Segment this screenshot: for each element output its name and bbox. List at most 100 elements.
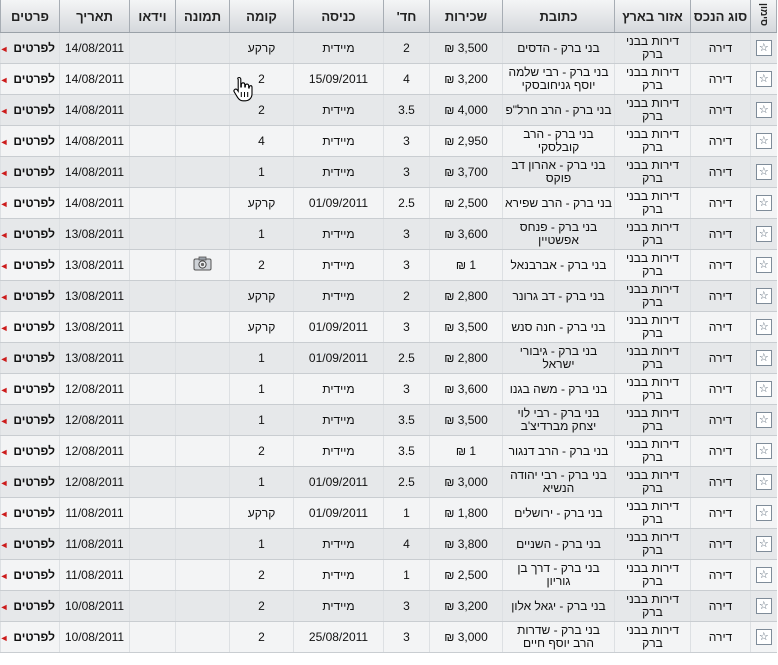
mark-cell[interactable]: ☆ [750, 559, 777, 591]
star-icon[interactable]: ☆ [755, 71, 772, 87]
mark-cell[interactable]: ☆ [750, 125, 777, 157]
table-row[interactable]: ☆ דירה דירות בבני ברק בני ברק - השניים 3… [0, 528, 777, 560]
details-cell[interactable]: לפרטים ◄ [0, 280, 60, 312]
details-cell[interactable]: לפרטים ◄ [0, 590, 60, 622]
star-icon[interactable]: ☆ [755, 536, 772, 552]
table-row[interactable]: ☆ דירה דירות בבני ברק בני ברק - חנה סנש … [0, 311, 777, 343]
table-row[interactable]: ☆ דירה דירות בבני ברק בני ברק - הרב שפיר… [0, 187, 777, 219]
star-icon[interactable]: ☆ [755, 567, 772, 583]
table-row[interactable]: ☆ דירה דירות בבני ברק בני ברק - רבי יהוד… [0, 466, 777, 498]
details-cell[interactable]: לפרטים ◄ [0, 32, 60, 64]
table-row[interactable]: ☆ דירה דירות בבני ברק בני ברק - אברבנאל … [0, 249, 777, 281]
details-cell[interactable]: לפרטים ◄ [0, 559, 60, 591]
table-row[interactable]: ☆ דירה דירות בבני ברק בני ברק - אהרון דב… [0, 156, 777, 188]
details-cell[interactable]: לפרטים ◄ [0, 497, 60, 529]
mark-cell[interactable]: ☆ [750, 218, 777, 250]
table-row[interactable]: ☆ דירה דירות בבני ברק בני ברק - ירושלים … [0, 497, 777, 529]
star-icon[interactable]: ☆ [755, 226, 772, 242]
table-row[interactable]: ☆ דירה דירות בבני ברק בני ברק - הרב חרל"… [0, 94, 777, 126]
star-icon[interactable]: ☆ [755, 319, 772, 335]
mark-cell[interactable]: ☆ [750, 311, 777, 343]
column-header-video[interactable]: וידאו [129, 0, 176, 33]
table-row[interactable]: ☆ דירה דירות בבני ברק בני ברק - הרב קובל… [0, 125, 777, 157]
details-cell[interactable]: לפרטים ◄ [0, 187, 60, 219]
details-link[interactable]: לפרטים [13, 72, 55, 86]
details-link[interactable]: לפרטים [13, 165, 55, 179]
column-header-picture[interactable]: תמונה [175, 0, 230, 33]
table-row[interactable]: ☆ דירה דירות בבני ברק בני ברק - הרב דנגו… [0, 435, 777, 467]
details-link[interactable]: לפרטים [13, 413, 55, 427]
camera-icon[interactable] [193, 256, 212, 271]
star-icon[interactable]: ☆ [755, 474, 772, 490]
star-icon[interactable]: ☆ [755, 133, 772, 149]
details-link[interactable]: לפרטים [13, 227, 55, 241]
mark-cell[interactable]: ☆ [750, 621, 777, 653]
details-link[interactable]: לפרטים [13, 134, 55, 148]
details-link[interactable]: לפרטים [13, 41, 55, 55]
details-link[interactable]: לפרטים [13, 103, 55, 117]
star-icon[interactable]: ☆ [755, 381, 772, 397]
details-link[interactable]: לפרטים [13, 537, 55, 551]
mark-cell[interactable]: ☆ [750, 342, 777, 374]
mark-cell[interactable]: ☆ [750, 32, 777, 64]
star-icon[interactable]: ☆ [755, 598, 772, 614]
details-cell[interactable]: לפרטים ◄ [0, 311, 60, 343]
star-icon[interactable]: ☆ [755, 350, 772, 366]
details-link[interactable]: לפרטים [13, 444, 55, 458]
mark-cell[interactable]: ☆ [750, 528, 777, 560]
star-icon[interactable]: ☆ [755, 288, 772, 304]
details-link[interactable]: לפרטים [13, 196, 55, 210]
table-row[interactable]: ☆ דירה דירות בבני ברק בני ברק - יגאל אלו… [0, 590, 777, 622]
details-link[interactable]: לפרטים [13, 320, 55, 334]
table-row[interactable]: ☆ דירה דירות בבני ברק בני ברק - שדרות הר… [0, 621, 777, 653]
mark-cell[interactable]: ☆ [750, 156, 777, 188]
details-cell[interactable]: לפרטים ◄ [0, 466, 60, 498]
mark-cell[interactable]: ☆ [750, 373, 777, 405]
details-cell[interactable]: לפרטים ◄ [0, 435, 60, 467]
mark-cell[interactable]: ☆ [750, 404, 777, 436]
details-link[interactable]: לפרטים [13, 506, 55, 520]
details-cell[interactable]: לפרטים ◄ [0, 156, 60, 188]
column-header-rent[interactable]: שכירות [429, 0, 503, 33]
details-link[interactable]: לפרטים [13, 630, 55, 644]
details-link[interactable]: לפרטים [13, 258, 55, 272]
details-cell[interactable]: לפרטים ◄ [0, 528, 60, 560]
column-header-entry[interactable]: כניסה [293, 0, 384, 33]
details-link[interactable]: לפרטים [13, 351, 55, 365]
column-header-address[interactable]: כתובת [502, 0, 615, 33]
column-header-floor[interactable]: קומה [229, 0, 294, 33]
details-link[interactable]: לפרטים [13, 475, 55, 489]
star-icon[interactable]: ☆ [755, 443, 772, 459]
mark-cell[interactable]: ☆ [750, 280, 777, 312]
column-header-details[interactable]: פרטים [0, 0, 60, 33]
star-icon[interactable]: ☆ [755, 505, 772, 521]
star-icon[interactable]: ☆ [755, 195, 772, 211]
column-header-mark[interactable]: סימון [750, 0, 777, 33]
star-icon[interactable]: ☆ [755, 40, 772, 56]
mark-cell[interactable]: ☆ [750, 249, 777, 281]
table-row[interactable]: ☆ דירה דירות בבני ברק בני ברק - דרך בן ג… [0, 559, 777, 591]
mark-cell[interactable]: ☆ [750, 63, 777, 95]
details-cell[interactable]: לפרטים ◄ [0, 125, 60, 157]
mark-cell[interactable]: ☆ [750, 590, 777, 622]
details-cell[interactable]: לפרטים ◄ [0, 218, 60, 250]
table-row[interactable]: ☆ דירה דירות בבני ברק בני ברק - רבי לוי … [0, 404, 777, 436]
star-icon[interactable]: ☆ [755, 102, 772, 118]
mark-cell[interactable]: ☆ [750, 435, 777, 467]
details-link[interactable]: לפרטים [13, 568, 55, 582]
column-header-type[interactable]: סוג הנכס [690, 0, 751, 33]
table-row[interactable]: ☆ דירה דירות בבני ברק בני ברק - משה בגנו… [0, 373, 777, 405]
mark-cell[interactable]: ☆ [750, 94, 777, 126]
details-link[interactable]: לפרטים [13, 599, 55, 613]
mark-cell[interactable]: ☆ [750, 466, 777, 498]
table-row[interactable]: ☆ דירה דירות בבני ברק בני ברק - דב גרונר… [0, 280, 777, 312]
column-header-rooms[interactable]: חד' [383, 0, 430, 33]
details-cell[interactable]: לפרטים ◄ [0, 342, 60, 374]
details-cell[interactable]: לפרטים ◄ [0, 404, 60, 436]
details-cell[interactable]: לפרטים ◄ [0, 373, 60, 405]
table-row[interactable]: ☆ דירה דירות בבני ברק בני ברק - רבי שלמה… [0, 63, 777, 95]
star-icon[interactable]: ☆ [755, 412, 772, 428]
details-cell[interactable]: לפרטים ◄ [0, 621, 60, 653]
star-icon[interactable]: ☆ [755, 257, 772, 273]
details-link[interactable]: לפרטים [13, 382, 55, 396]
